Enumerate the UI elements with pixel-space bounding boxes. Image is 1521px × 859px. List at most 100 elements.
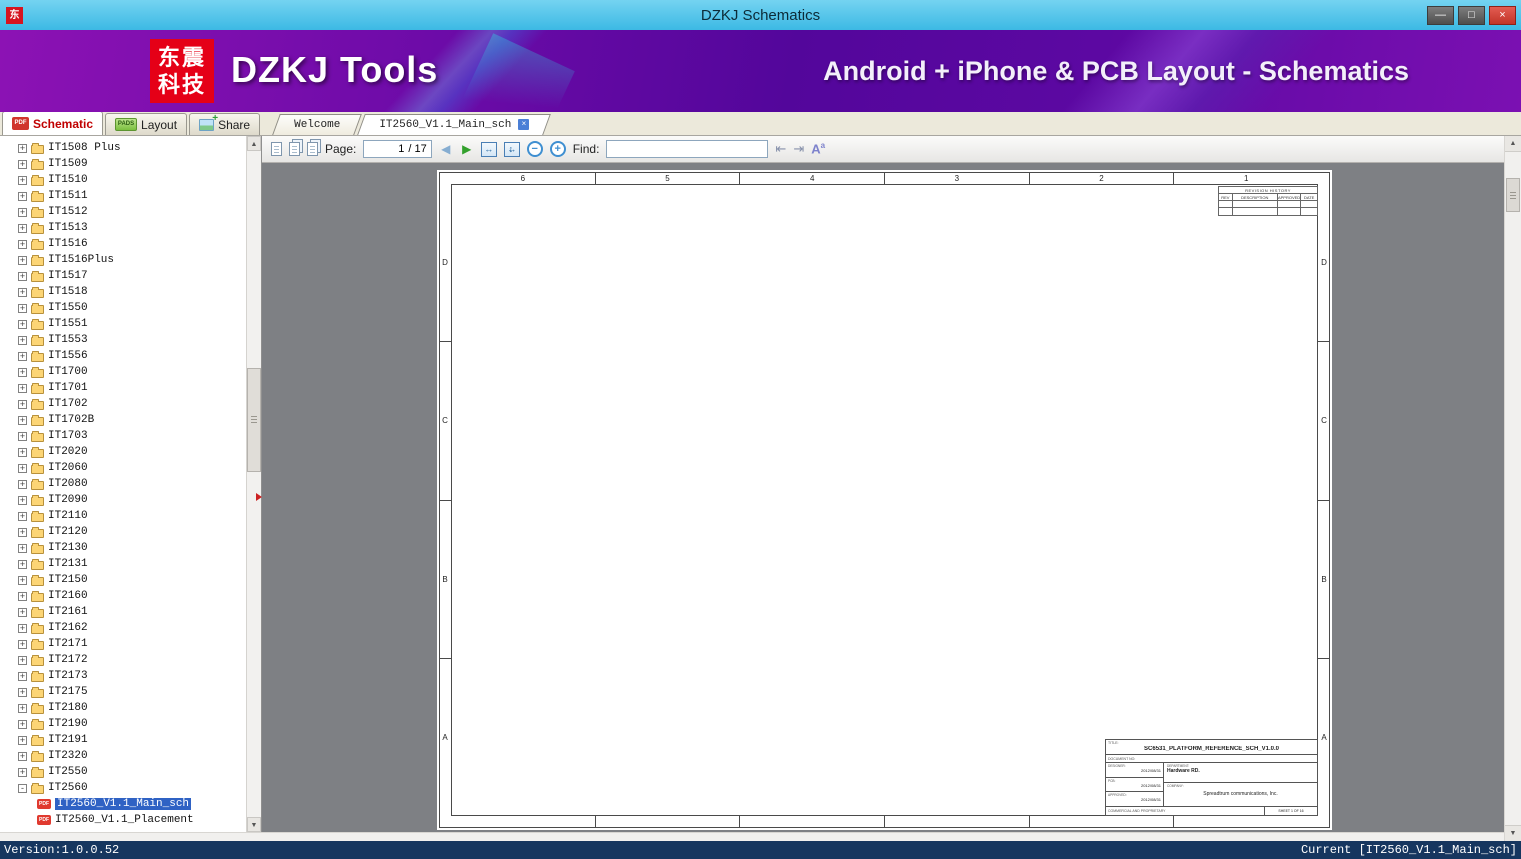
tree-item-document[interactable]: PDF IT2560_V1.1_Placement <box>0 812 246 828</box>
expand-icon[interactable]: + <box>18 527 27 537</box>
tree-item[interactable]: + IT2173 <box>0 668 246 684</box>
tree-item[interactable]: + IT2110 <box>0 508 246 524</box>
tree-item[interactable]: + IT1550 <box>0 300 246 316</box>
splitter-collapse-arrow[interactable] <box>256 493 262 501</box>
tree-item[interactable]: + IT1702B <box>0 412 246 428</box>
tree-item[interactable]: + IT1518 <box>0 284 246 300</box>
expand-icon[interactable]: + <box>18 671 27 681</box>
tree-item[interactable]: + IT1703 <box>0 428 246 444</box>
tab-layout[interactable]: PADS Layout <box>105 113 188 135</box>
page-input[interactable] <box>368 143 405 155</box>
tree-item[interactable]: + IT2090 <box>0 492 246 508</box>
expand-icon[interactable]: + <box>18 175 27 185</box>
tree-item[interactable]: + IT1512 <box>0 204 246 220</box>
titlebar[interactable]: 东 DZKJ Schematics — □ × <box>0 0 1521 30</box>
tree-item-document[interactable]: PDF IT2560_V1.1_Main_sch <box>0 796 246 812</box>
expand-icon[interactable]: + <box>18 751 27 761</box>
expand-icon[interactable]: + <box>18 431 27 441</box>
tree-item[interactable]: + IT2191 <box>0 732 246 748</box>
expand-icon[interactable]: + <box>18 543 27 553</box>
scroll-down-button[interactable]: ▼ <box>247 817 261 832</box>
expand-icon[interactable]: + <box>18 703 27 713</box>
expand-icon[interactable]: + <box>18 639 27 649</box>
tree-item[interactable]: + IT2020 <box>0 444 246 460</box>
close-tab-icon[interactable]: × <box>518 119 530 130</box>
tree-item[interactable]: + IT2175 <box>0 684 246 700</box>
expand-icon[interactable]: + <box>18 575 27 585</box>
text-size-icon[interactable]: Aa <box>811 141 825 156</box>
tree-item[interactable]: + IT1516Plus <box>0 252 246 268</box>
tree-item[interactable]: + IT2162 <box>0 620 246 636</box>
expand-icon[interactable]: + <box>18 623 27 633</box>
document-canvas[interactable]: 654321 DCBA DCBA REVISION HISTORY REV DES… <box>262 163 1504 841</box>
expand-icon[interactable]: + <box>18 223 27 233</box>
maximize-button[interactable]: □ <box>1458 5 1485 25</box>
tree-item[interactable]: + IT2171 <box>0 636 246 652</box>
expand-icon[interactable]: + <box>18 351 27 361</box>
tree-item[interactable]: + IT1510 <box>0 172 246 188</box>
tree-item[interactable]: + IT2161 <box>0 604 246 620</box>
tab-schematic[interactable]: PDF Schematic <box>2 111 104 135</box>
expand-icon[interactable]: + <box>18 495 27 505</box>
expand-icon[interactable]: + <box>18 191 27 201</box>
tree-item[interactable]: + IT2180 <box>0 700 246 716</box>
previous-page-button[interactable]: ◀ <box>439 142 453 156</box>
tree-item[interactable]: + IT2550 <box>0 764 246 780</box>
fit-page-icon[interactable]: ↔ ↔ <box>503 141 520 157</box>
find-input[interactable] <box>606 140 769 158</box>
tree-item[interactable]: + IT1516 <box>0 236 246 252</box>
tree-item[interactable]: + IT1509 <box>0 156 246 172</box>
two-page-view-icon[interactable] <box>289 142 300 156</box>
tree-item[interactable]: + IT2130 <box>0 540 246 556</box>
expand-icon[interactable]: + <box>18 287 27 297</box>
zoom-in-button[interactable]: + <box>549 141 566 157</box>
scroll-down-button[interactable]: ▼ <box>1505 825 1521 841</box>
doc-tab-welcome[interactable]: Welcome <box>276 114 358 135</box>
tree-item[interactable]: + IT1553 <box>0 332 246 348</box>
scrollbar-thumb[interactable] <box>1506 178 1520 212</box>
expand-icon[interactable]: + <box>18 655 27 665</box>
expand-icon[interactable]: + <box>18 735 27 745</box>
tree-item-expanded[interactable]: - IT2560 <box>0 780 246 796</box>
scroll-up-button[interactable]: ▲ <box>247 136 261 151</box>
tree-item[interactable]: + IT2120 <box>0 524 246 540</box>
tree-item[interactable]: + IT1701 <box>0 380 246 396</box>
expand-icon[interactable]: + <box>18 415 27 425</box>
horizontal-scrollbar[interactable] <box>0 832 1504 841</box>
expand-icon[interactable]: + <box>18 335 27 345</box>
expand-icon[interactable]: + <box>18 143 27 153</box>
expand-icon[interactable]: + <box>18 303 27 313</box>
tree-item[interactable]: + IT1702 <box>0 396 246 412</box>
tree-item[interactable]: + IT2131 <box>0 556 246 572</box>
next-page-button[interactable]: ▶ <box>460 142 474 156</box>
scroll-up-button[interactable]: ▲ <box>1505 136 1521 152</box>
expand-icon[interactable]: + <box>18 239 27 249</box>
tree-item[interactable]: + IT1700 <box>0 364 246 380</box>
expand-icon[interactable]: + <box>18 383 27 393</box>
collapse-icon[interactable]: - <box>18 783 27 793</box>
expand-icon[interactable]: + <box>18 607 27 617</box>
tree-item[interactable]: + IT1508 Plus <box>0 140 246 156</box>
tree-item[interactable]: + IT1511 <box>0 188 246 204</box>
tree-item[interactable]: + IT2320 <box>0 748 246 764</box>
expand-icon[interactable]: + <box>18 399 27 409</box>
expand-icon[interactable]: + <box>18 591 27 601</box>
expand-icon[interactable]: + <box>18 447 27 457</box>
scrollbar-thumb[interactable] <box>247 368 261 472</box>
minimize-button[interactable]: — <box>1427 5 1454 25</box>
expand-icon[interactable]: + <box>18 479 27 489</box>
expand-icon[interactable]: + <box>18 255 27 265</box>
fit-width-icon[interactable]: ↔ <box>480 141 497 157</box>
expand-icon[interactable]: + <box>18 367 27 377</box>
expand-icon[interactable]: + <box>18 463 27 473</box>
zoom-out-button[interactable]: − <box>526 141 543 157</box>
tree-item[interactable]: + IT1556 <box>0 348 246 364</box>
tree-item[interactable]: + IT1517 <box>0 268 246 284</box>
tree-item[interactable]: + IT2150 <box>0 572 246 588</box>
continuous-view-icon[interactable] <box>307 142 318 156</box>
expand-icon[interactable]: + <box>18 719 27 729</box>
tree-item[interactable]: + IT1551 <box>0 316 246 332</box>
single-page-view-icon[interactable] <box>271 142 282 156</box>
expand-icon[interactable]: + <box>18 559 27 569</box>
expand-icon[interactable]: + <box>18 687 27 697</box>
